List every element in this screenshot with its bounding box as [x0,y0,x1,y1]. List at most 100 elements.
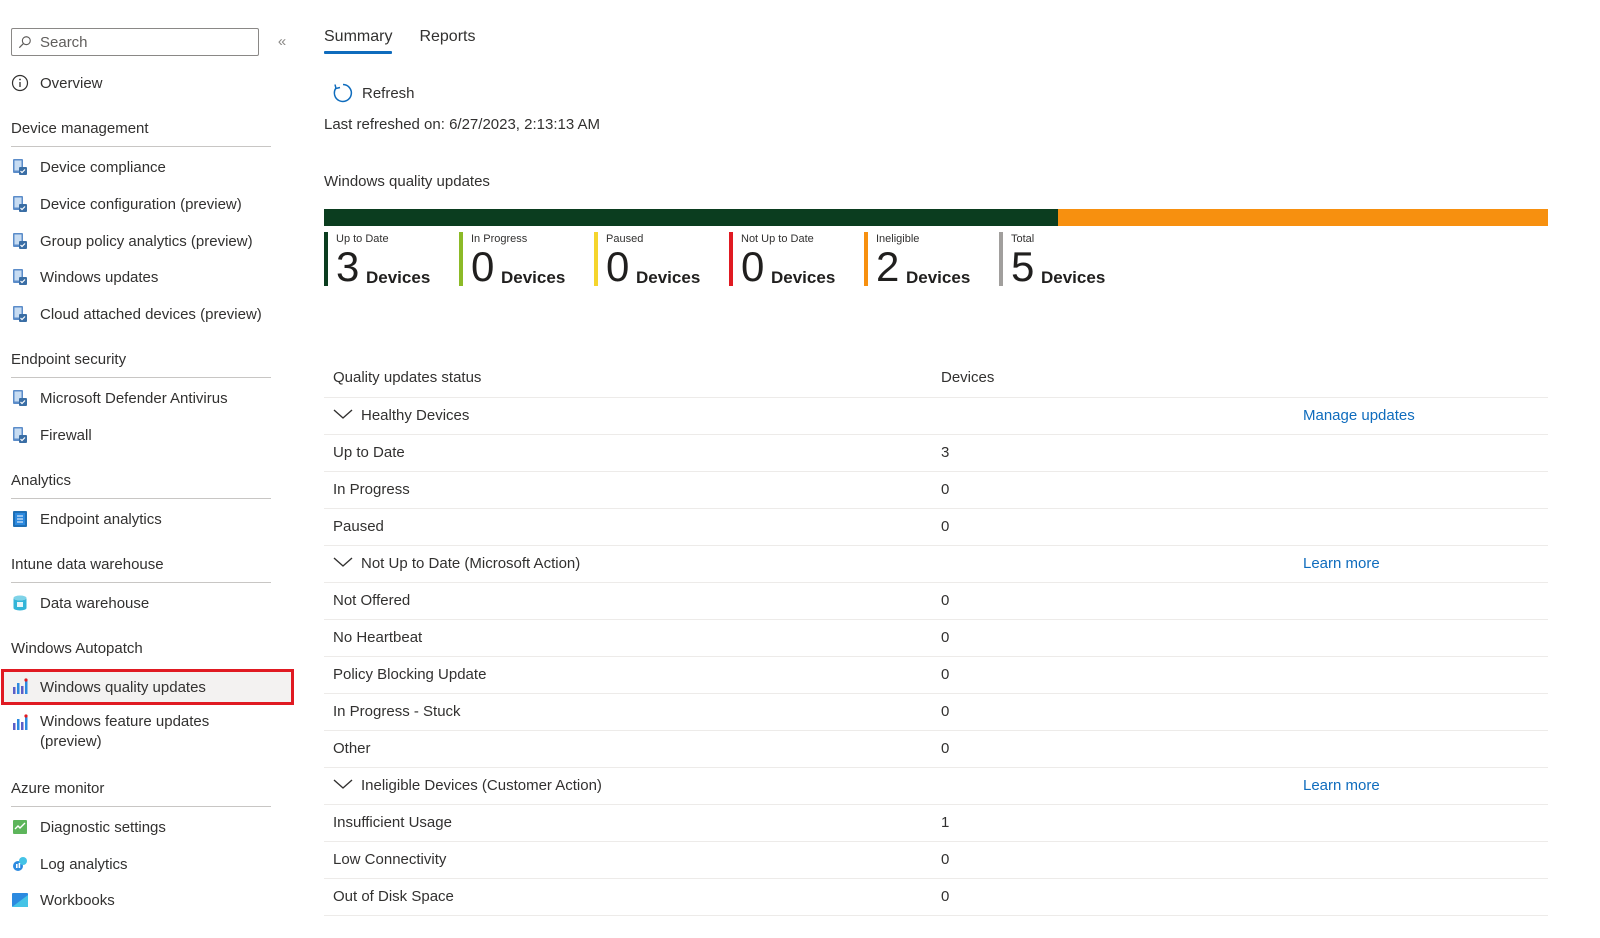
group-header-analytics: Analytics [11,472,271,499]
status-table: Quality updates status Devices Healthy D… [324,360,1548,916]
diagnostic-icon [11,818,29,836]
bar-chart-icon [11,714,29,732]
stat-value: 2 [876,243,900,290]
row-status: Not Offered [333,592,411,609]
nav-item-cloud-attached-devices[interactable]: Cloud attached devices (preview) [11,301,262,327]
info-icon [11,74,29,92]
nav-item-group-policy-analytics[interactable]: Group policy analytics (preview) [11,228,253,254]
stat-block: Paused 0 Devices [594,232,729,290]
section-title: Windows quality updates [324,173,490,190]
stat-block: Ineligible 2 Devices [864,232,999,290]
chevron-down-icon[interactable] [332,406,354,422]
table-group-row[interactable]: Ineligible Devices (Customer Action) Lear… [324,768,1548,805]
stat-unit: Devices [636,268,701,287]
stat-unit: Devices [906,268,971,287]
refresh-label: Refresh [362,84,415,102]
main-content: Summary Reports Refresh Last refreshed o… [324,0,1550,938]
row-status: In Progress - Stuck [333,703,461,720]
column-header-devices: Devices [941,369,995,386]
collapse-sidebar-button[interactable]: « [272,32,292,52]
tab-bar: Summary Reports [324,28,502,54]
device-icon [11,232,29,250]
search-icon [18,36,31,49]
refresh-button[interactable]: Refresh [332,82,415,104]
bar-chart-icon [11,678,29,696]
group-name: Ineligible Devices (Customer Action) [361,777,602,794]
group-link[interactable]: Learn more [1303,555,1380,572]
tab-summary[interactable]: Summary [324,28,393,54]
nav-item-windows-updates[interactable]: Windows updates [11,264,158,290]
group-link[interactable]: Learn more [1303,777,1380,794]
table-row: In Progress 0 [324,472,1548,509]
nav-item-workbooks[interactable]: Workbooks [11,887,115,913]
group-header-windows-autopatch: Windows Autopatch [11,640,143,657]
row-status: Policy Blocking Update [333,666,487,683]
nav-item-device-configuration[interactable]: Device configuration (preview) [11,191,242,217]
sidebar: « Overview Device management Device comp… [0,0,300,938]
column-header-status: Quality updates status [333,369,482,386]
table-row: Paused 0 [324,509,1548,546]
tab-reports[interactable]: Reports [419,28,475,54]
stat-block: Up to Date 3 Devices [324,232,459,290]
stat-value: 3 [336,243,360,290]
row-status: Insufficient Usage [333,814,452,831]
group-name: Not Up to Date (Microsoft Action) [361,555,581,572]
row-devices: 0 [941,703,950,720]
group-header-azure-monitor: Azure monitor [11,780,271,807]
nav-item-data-warehouse[interactable]: Data warehouse [11,590,149,616]
nav-item-overview[interactable]: Overview [11,70,103,96]
table-row: Low Connectivity 0 [324,842,1548,879]
table-group-row[interactable]: Not Up to Date (Microsoft Action) Learn m… [324,546,1548,583]
stat-unit: Devices [366,268,431,287]
nav-item-diagnostic-settings[interactable]: Diagnostic settings [11,814,166,840]
row-devices: 0 [941,629,950,646]
nav-item-endpoint-analytics[interactable]: Endpoint analytics [11,506,162,532]
row-devices: 0 [941,740,950,757]
row-devices: 0 [941,851,950,868]
chevron-down-icon[interactable] [332,554,354,570]
row-status: Out of Disk Space [333,888,454,905]
nav-item-windows-quality-updates[interactable]: Windows quality updates [11,674,206,700]
table-row: In Progress - Stuck 0 [324,694,1548,731]
search-input[interactable] [40,33,240,51]
nav-item-firewall[interactable]: Firewall [11,422,92,448]
stat-value: 0 [471,243,495,290]
last-refreshed-text: Last refreshed on: 6/27/2023, 2:13:13 AM [324,116,601,133]
device-icon [11,195,29,213]
stat-unit: Devices [771,268,836,287]
log-analytics-icon [11,855,29,873]
nav-item-label: Overview [40,74,103,92]
nav-item-windows-feature-updates[interactable]: Windows feature updates (preview) [11,712,240,756]
stat-value: 0 [741,243,765,290]
stat-block: In Progress 0 Devices [459,232,594,290]
group-link[interactable]: Manage updates [1303,407,1415,424]
group-header-device-management: Device management [11,120,271,147]
chevron-down-icon[interactable] [332,776,354,792]
search-box[interactable] [11,28,259,56]
stat-block: Total 5 Devices [999,232,1134,288]
row-devices: 0 [941,888,950,905]
bar-segment [1058,209,1548,226]
table-row: Up to Date 3 [324,435,1548,472]
table-row: Insufficient Usage 1 [324,805,1548,842]
row-devices: 0 [941,518,950,535]
table-row: Policy Blocking Update 0 [324,657,1548,694]
row-status: Low Connectivity [333,851,447,868]
table-group-row[interactable]: Healthy Devices Manage updates [324,398,1548,435]
device-icon [11,158,29,176]
nav-item-defender-antivirus[interactable]: Microsoft Defender Antivirus [11,385,228,411]
stat-value: 0 [606,243,630,290]
table-header-row: Quality updates status Devices [324,360,1548,398]
row-devices: 0 [941,481,950,498]
nav-item-log-analytics[interactable]: Log analytics [11,851,128,877]
stat-block: Not Up to Date 0 Devices [729,232,864,290]
row-devices: 3 [941,444,950,461]
group-name: Healthy Devices [361,407,470,424]
row-devices: 1 [941,814,950,831]
nav-item-device-compliance[interactable]: Device compliance [11,154,166,180]
bar-segment [324,209,1059,226]
device-icon [11,268,29,286]
stat-unit: Devices [1041,268,1106,287]
refresh-icon [333,83,353,103]
notebook-icon [11,510,29,528]
